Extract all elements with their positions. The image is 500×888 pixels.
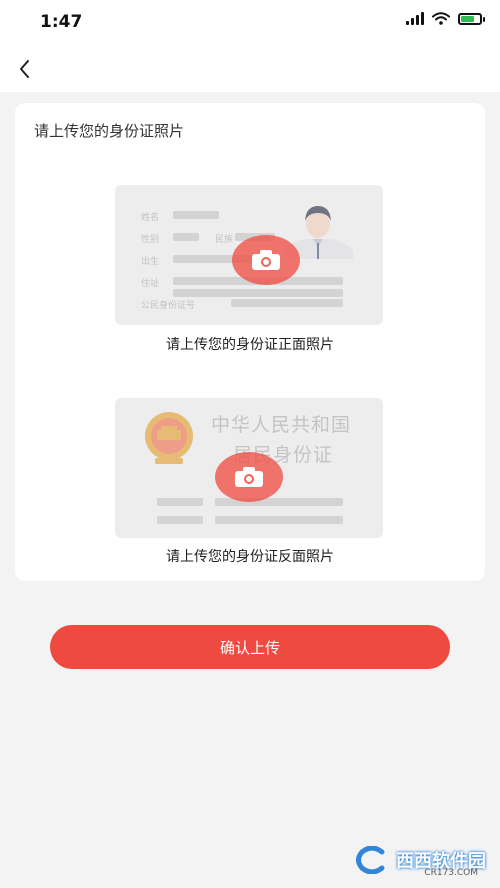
back-caption: 请上传您的身份证反面照片 bbox=[166, 549, 334, 565]
placeholder-bar bbox=[215, 516, 343, 524]
back-camera-button[interactable] bbox=[215, 452, 283, 502]
status-icons bbox=[406, 12, 485, 25]
placeholder-bar bbox=[173, 211, 219, 219]
wifi-icon bbox=[432, 12, 450, 25]
watermark-sub: CR173.COM bbox=[424, 868, 478, 878]
id-back-title-line1: 中华人民共和国 bbox=[211, 414, 352, 436]
field-label: 民族 bbox=[215, 235, 234, 245]
confirm-upload-button[interactable]: 确认上传 bbox=[50, 625, 450, 669]
placeholder-bar bbox=[173, 289, 343, 297]
upload-card: 请上传您的身份证照片 姓名 性别 民族 出生 住址 公民身份证号 请上传您的身份… bbox=[15, 103, 485, 581]
id-back-upload-area[interactable]: 中华人民共和国 居民身份证 bbox=[115, 398, 383, 538]
placeholder-bar bbox=[231, 299, 343, 307]
front-caption: 请上传您的身份证正面照片 bbox=[166, 337, 334, 353]
field-label: 姓名 bbox=[141, 213, 160, 223]
back-button[interactable] bbox=[12, 55, 40, 83]
field-label: 性别 bbox=[141, 235, 160, 245]
card-title: 请上传您的身份证照片 bbox=[34, 122, 185, 140]
placeholder-bar bbox=[173, 233, 199, 241]
camera-icon bbox=[235, 467, 263, 487]
signal-icon bbox=[406, 12, 424, 25]
placeholder-bar bbox=[157, 498, 203, 506]
field-label: 公民身份证号 bbox=[141, 301, 196, 311]
national-emblem-icon bbox=[145, 412, 193, 464]
camera-icon bbox=[252, 250, 280, 270]
battery-icon bbox=[458, 12, 485, 25]
top-bar: 1:47 bbox=[0, 0, 500, 92]
status-time: 1:47 bbox=[40, 12, 83, 32]
back-chevron-icon bbox=[20, 60, 29, 78]
placeholder-bar bbox=[157, 516, 203, 524]
field-label: 住址 bbox=[141, 279, 160, 289]
front-camera-button[interactable] bbox=[232, 235, 300, 285]
watermark: 西西软件园 CR173.COM bbox=[354, 846, 486, 878]
id-front-upload-area[interactable]: 姓名 性别 民族 出生 住址 公民身份证号 bbox=[115, 185, 383, 325]
watermark-logo-icon bbox=[356, 846, 385, 874]
field-label: 出生 bbox=[141, 257, 160, 267]
